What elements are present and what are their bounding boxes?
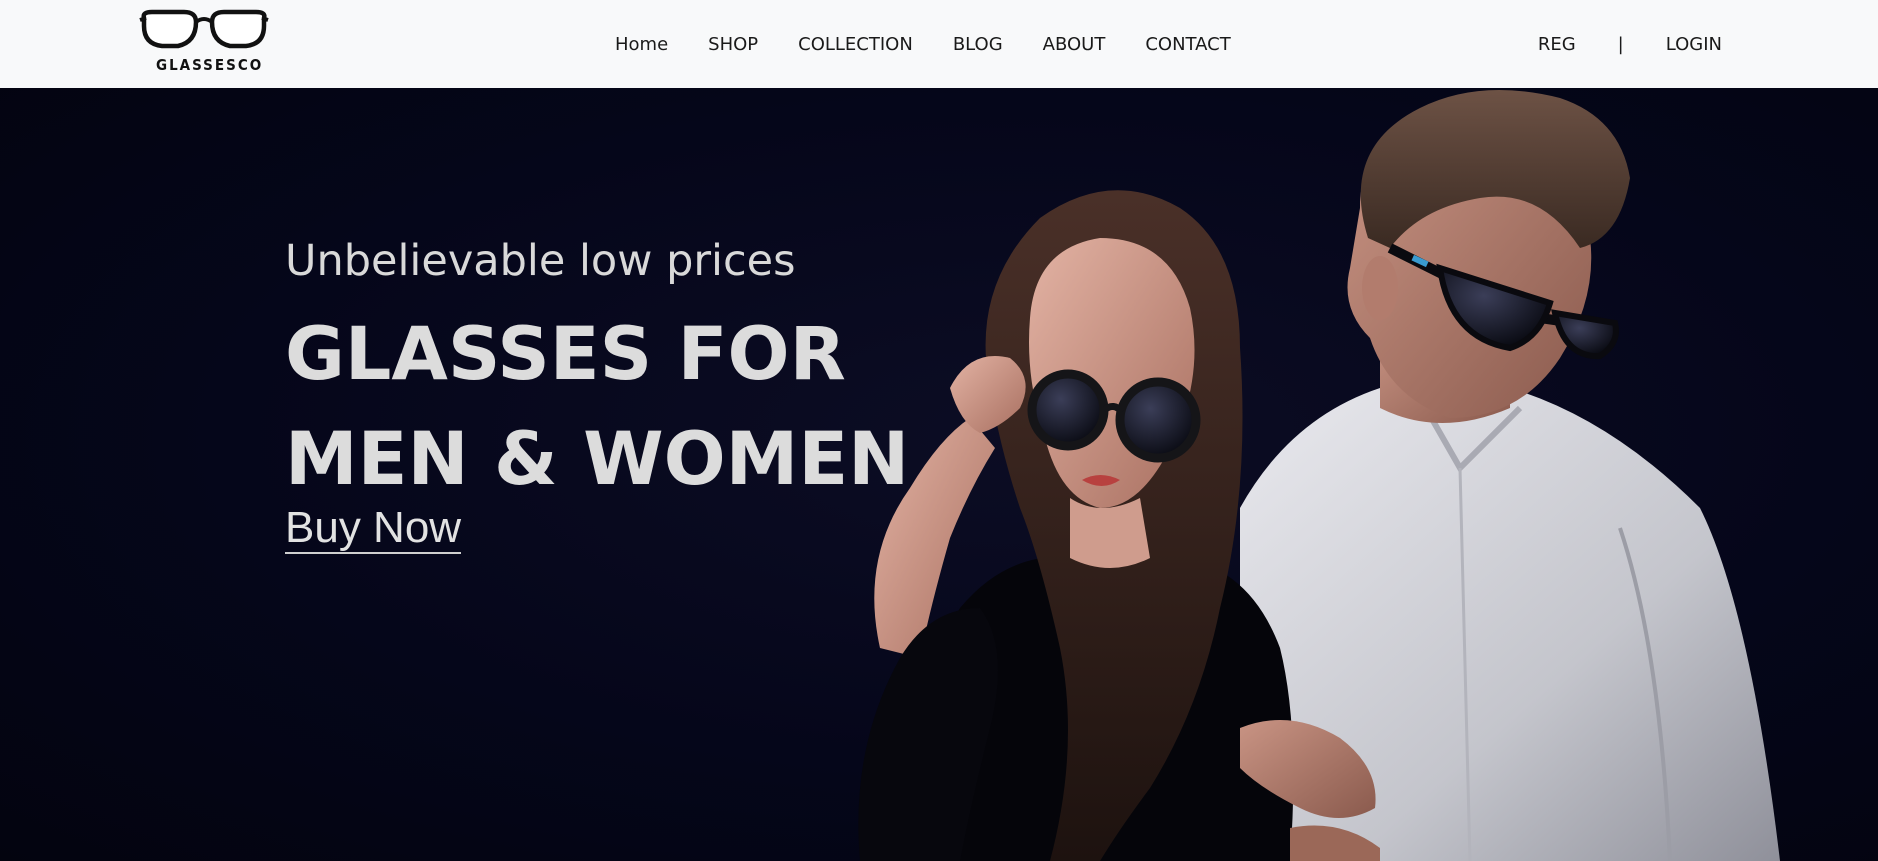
logo-text: GLASSESCO <box>156 56 264 74</box>
nav-contact[interactable]: CONTACT <box>1125 34 1250 55</box>
auth-separator: | <box>1617 33 1624 55</box>
auth-links: REG | LOGIN <box>1518 0 1742 88</box>
site-header: GLASSESCO Home SHOP COLLECTION BLOG ABOU… <box>0 0 1878 88</box>
buy-now-button[interactable]: Buy Now <box>285 504 462 554</box>
page: GLASSESCO Home SHOP COLLECTION BLOG ABOU… <box>0 0 1878 861</box>
glasses-icon <box>139 9 269 49</box>
hero-title-line1: GLASSES FOR <box>285 312 846 397</box>
hero-banner: Unbelievable low prices GLASSES FOR MEN … <box>0 88 1878 861</box>
site-logo[interactable]: GLASSESCO <box>138 8 270 76</box>
hero-tagline: Unbelievable low prices <box>285 236 796 286</box>
main-nav: Home SHOP COLLECTION BLOG ABOUT CONTACT <box>595 0 1251 88</box>
nav-home[interactable]: Home <box>595 34 688 55</box>
nav-shop[interactable]: SHOP <box>688 34 778 55</box>
nav-blog[interactable]: BLOG <box>933 34 1023 55</box>
nav-collection[interactable]: COLLECTION <box>778 34 933 55</box>
hero-title-line2: MEN & WOMEN <box>285 417 910 502</box>
hero-text-block: Unbelievable low prices GLASSES FOR MEN … <box>285 234 985 554</box>
register-link[interactable]: REG <box>1518 34 1596 55</box>
hero-title: GLASSES FOR MEN & WOMEN <box>285 302 985 512</box>
login-link[interactable]: LOGIN <box>1646 34 1742 55</box>
nav-about[interactable]: ABOUT <box>1023 34 1126 55</box>
